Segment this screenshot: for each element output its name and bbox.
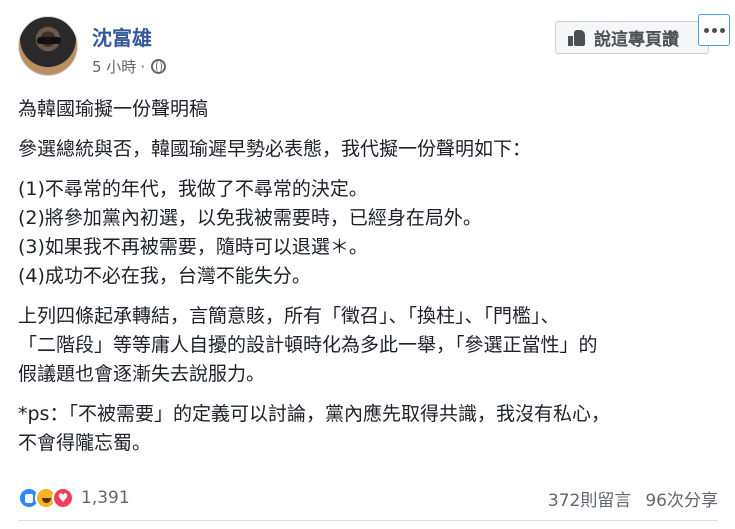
more-dot-icon — [719, 27, 725, 33]
statement-item: (4)成功不必在我，台灣不能失分。 — [18, 265, 311, 287]
post-header: 沈富雄 5 小時 · 說這專頁讚 — [18, 16, 718, 82]
post-body: 為韓國瑜擬一份聲明稿 參選總統與否，韓國瑜遲早勢必表態，我代擬一份聲明如下： (… — [18, 95, 718, 469]
author-avatar[interactable] — [18, 16, 78, 76]
meta-separator: · — [140, 57, 146, 76]
post-stats: 372則留言 96次分享 — [548, 486, 718, 511]
more-options-button[interactable] — [698, 14, 730, 46]
ps-line: *ps：「不被需要」的定義可以討論，黨內應先取得共識，我沒有私心， — [18, 403, 610, 425]
more-dot-icon — [703, 27, 709, 33]
statement-item: (2)將參加黨內初選，以免我被需要時，已經身在局外。 — [18, 207, 482, 229]
shares-count[interactable]: 96次分享 — [645, 486, 718, 511]
paragraph-line: 上列四條起承轉結，言簡意賅，所有「徵召」、「換柱」、「門檻」、 — [18, 305, 560, 327]
statement-item: (3)如果我不再被需要，隨時可以退選＊。 — [18, 236, 368, 258]
footer-divider — [18, 520, 718, 521]
post-footer: 1,391 372則留言 96次分享 — [18, 483, 718, 513]
reaction-count[interactable]: 1,391 — [81, 488, 130, 508]
like-page-button[interactable]: 說這專頁讚 — [555, 21, 709, 54]
comments-count[interactable]: 372則留言 — [548, 486, 631, 511]
globe-icon[interactable] — [151, 59, 167, 74]
love-reaction-icon[interactable] — [52, 487, 74, 509]
paragraph-line: 假議題也會逐漸失去說服力。 — [18, 363, 266, 385]
commentary-paragraph: 上列四條起承轉結，言簡意賅，所有「徵召」、「換柱」、「門檻」、 「二階段」等等庸… — [18, 302, 718, 389]
statement-item: (1)不尋常的年代，我做了不尋常的決定。 — [18, 178, 368, 200]
post-intro: 參選總統與否，韓國瑜遲早勢必表態，我代擬一份聲明如下： — [18, 138, 532, 160]
like-page-label: 說這專頁讚 — [594, 30, 679, 50]
statement-list: (1)不尋常的年代，我做了不尋常的決定。 (2)將參加黨內初選，以免我被需要時，… — [18, 175, 718, 291]
author-name[interactable]: 沈富雄 — [92, 22, 152, 51]
more-dot-icon — [711, 27, 717, 33]
post-title: 為韓國瑜擬一份聲明稿 — [18, 98, 209, 120]
reactions-summary[interactable]: 1,391 — [18, 487, 130, 509]
post-meta: 5 小時 · — [92, 56, 167, 77]
ps-paragraph: *ps：「不被需要」的定義可以討論，黨內應先取得共識，我沒有私心， 不會得隴忘蜀… — [18, 400, 718, 458]
thumbs-up-icon — [568, 29, 586, 46]
ps-line: 不會得隴忘蜀。 — [18, 432, 152, 454]
paragraph-line: 「二階段」等等庸人自擾的設計頓時化為多此一舉，「參選正當性」的 — [18, 334, 598, 356]
post-time[interactable]: 5 小時 — [92, 56, 136, 77]
